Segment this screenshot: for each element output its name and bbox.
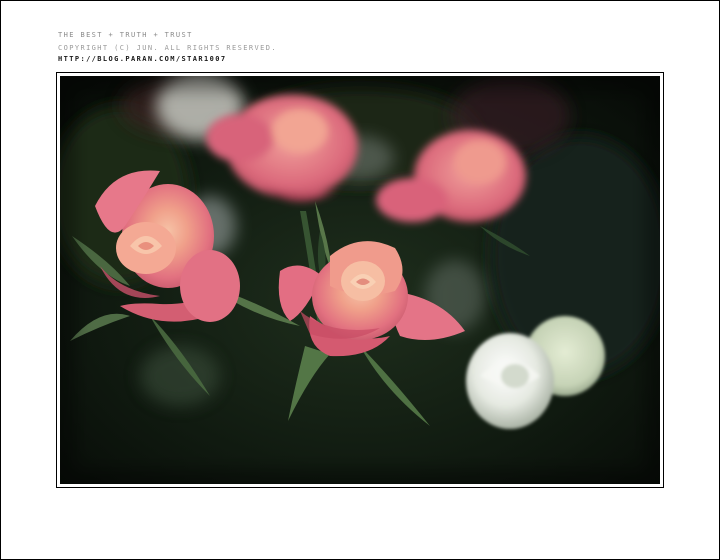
rose-photo (60, 76, 660, 484)
tagline-text: THE BEST + TRUTH + TRUST (58, 31, 193, 39)
copyright-text: COPYRIGHT (C) JUN. ALL RIGHTS RESERVED. (58, 44, 277, 52)
blog-url-link[interactable]: HTTP://BLOG.PARAN.COM/STAR1007 (58, 55, 226, 63)
rose-photo-illustration (60, 76, 660, 484)
